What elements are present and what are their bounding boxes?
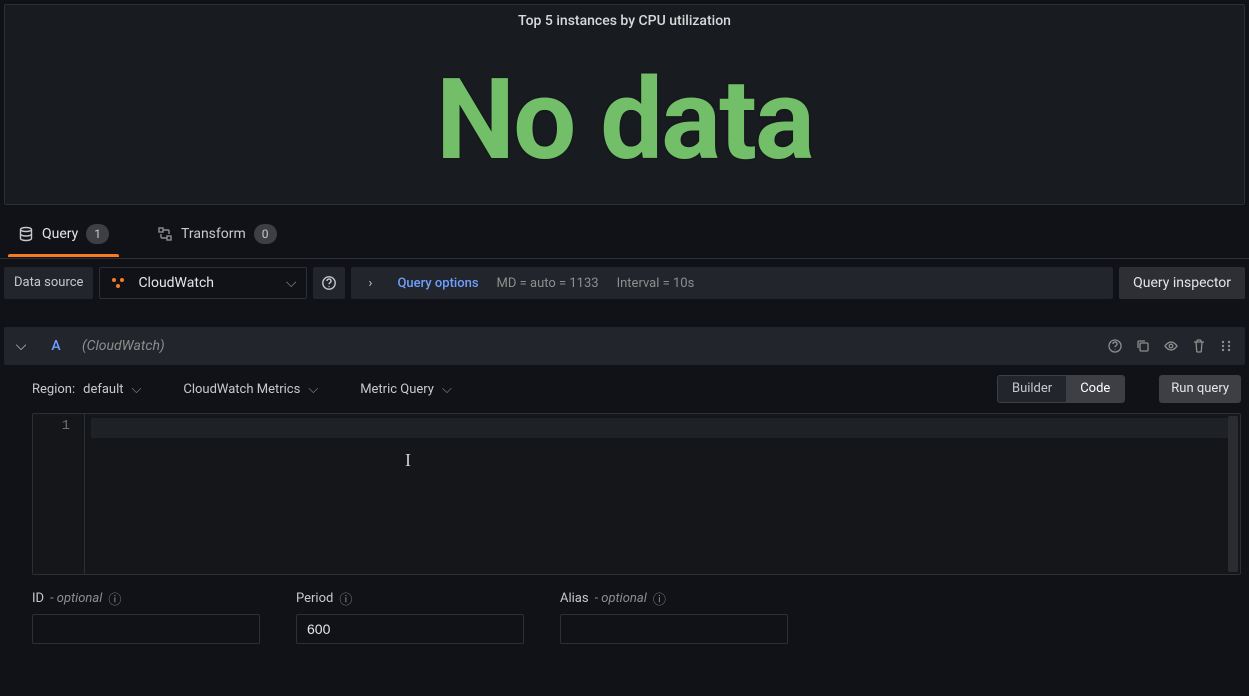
help-icon[interactable]	[1107, 338, 1125, 354]
query-options-link[interactable]: Query options	[397, 276, 478, 291]
drag-handle-icon[interactable]	[1219, 338, 1237, 354]
id-input[interactable]	[32, 614, 260, 644]
database-icon	[18, 226, 34, 242]
datasource-value: CloudWatch	[138, 275, 214, 291]
panel-title: Top 5 instances by CPU utilization	[510, 5, 739, 37]
run-query-button[interactable]: Run query	[1159, 375, 1241, 403]
query-options-interval: Interval = 10s	[617, 276, 695, 291]
alias-label: Alias - optional ⓘ	[560, 589, 788, 608]
query-editor-area: Query 1 Transform 0 Data source CloudWat…	[0, 205, 1249, 644]
info-icon[interactable]: ⓘ	[339, 589, 352, 608]
query-row-header: ⌵ A (CloudWatch)	[4, 327, 1245, 365]
datasource-help-button[interactable]	[313, 267, 345, 299]
period-label: Period ⓘ	[296, 589, 524, 608]
editor-text-area[interactable]: I	[85, 414, 1240, 574]
info-icon[interactable]: ⓘ	[653, 589, 666, 608]
id-optional-text: - optional	[50, 591, 102, 606]
id-label-text: ID	[32, 591, 44, 606]
panel-body: No data	[436, 37, 813, 204]
api-mode-selector[interactable]: CloudWatch Metrics ⌵	[183, 382, 318, 397]
chevron-down-icon: ⌵	[308, 382, 318, 397]
collapse-toggle[interactable]: ⌵	[12, 338, 30, 354]
editor-scrollbar[interactable]	[1228, 416, 1238, 572]
query-inspector-button[interactable]: Query inspector	[1119, 267, 1245, 299]
additional-fields-row: ID - optional ⓘ Period ⓘ Alias - optiona…	[32, 575, 1245, 644]
query-row-actions	[1107, 338, 1237, 354]
info-icon[interactable]: ⓘ	[108, 589, 121, 608]
id-field: ID - optional ⓘ	[32, 589, 260, 644]
editor-active-line	[91, 418, 1228, 438]
chevron-right-icon[interactable]: ›	[361, 276, 379, 291]
visualization-panel: Top 5 instances by CPU utilization No da…	[4, 4, 1245, 205]
alias-field: Alias - optional ⓘ	[560, 589, 788, 644]
tab-query-count: 1	[86, 224, 109, 244]
id-label: ID - optional ⓘ	[32, 589, 260, 608]
datasource-row: Data source CloudWatch ⌵ › Query options…	[0, 259, 1249, 305]
text-cursor-icon: I	[405, 450, 411, 471]
datasource-label: Data source	[4, 267, 93, 299]
period-input[interactable]	[296, 614, 524, 644]
editor-mode-switch: Builder Code	[997, 375, 1125, 403]
tab-query-label: Query	[42, 226, 78, 242]
tab-query[interactable]: Query 1	[8, 214, 119, 256]
cloudwatch-icon	[110, 276, 128, 290]
query-row-datasource: (CloudWatch)	[82, 338, 165, 354]
no-data-text: No data	[436, 65, 813, 177]
region-value: default	[83, 382, 123, 397]
transform-icon	[157, 226, 173, 242]
tab-transform[interactable]: Transform 0	[147, 214, 287, 256]
query-option-row: Region: default ⌵ CloudWatch Metrics ⌵ M…	[32, 373, 1245, 405]
hide-icon[interactable]	[1163, 338, 1181, 354]
query-options-md: MD = auto = 1133	[497, 276, 599, 291]
datasource-picker[interactable]: CloudWatch ⌵	[99, 267, 307, 299]
builder-mode-button[interactable]: Builder	[998, 376, 1066, 402]
query-row-a: ⌵ A (CloudWatch)	[4, 327, 1245, 644]
query-options-bar: › Query options MD = auto = 1133 Interva…	[351, 267, 1113, 299]
alias-input[interactable]	[560, 614, 788, 644]
chevron-down-icon: ⌵	[442, 382, 452, 397]
api-mode-value: CloudWatch Metrics	[183, 382, 300, 397]
query-row-body: Region: default ⌵ CloudWatch Metrics ⌵ M…	[4, 365, 1245, 644]
query-mode-selector[interactable]: Metric Query ⌵	[360, 382, 452, 397]
chevron-down-icon: ⌵	[132, 382, 142, 397]
query-mode-value: Metric Query	[360, 382, 434, 397]
period-field: Period ⓘ	[296, 589, 524, 644]
delete-icon[interactable]	[1191, 338, 1209, 354]
region-label: Region:	[32, 382, 75, 397]
alias-label-text: Alias	[560, 591, 589, 606]
tab-transform-label: Transform	[181, 226, 246, 242]
chevron-down-icon: ⌵	[286, 275, 297, 291]
alias-optional-text: - optional	[595, 591, 647, 606]
code-mode-button[interactable]: Code	[1066, 376, 1124, 402]
help-icon	[321, 275, 337, 291]
line-number: 1	[33, 418, 70, 434]
editor-gutter: 1	[33, 414, 85, 574]
tab-row: Query 1 Transform 0	[0, 211, 1249, 259]
tab-transform-count: 0	[254, 224, 277, 244]
query-ref-id[interactable]: A	[40, 338, 72, 354]
period-label-text: Period	[296, 591, 333, 606]
code-editor[interactable]: 1 I	[32, 413, 1241, 575]
duplicate-icon[interactable]	[1135, 338, 1153, 354]
region-selector[interactable]: Region: default ⌵	[32, 382, 141, 397]
